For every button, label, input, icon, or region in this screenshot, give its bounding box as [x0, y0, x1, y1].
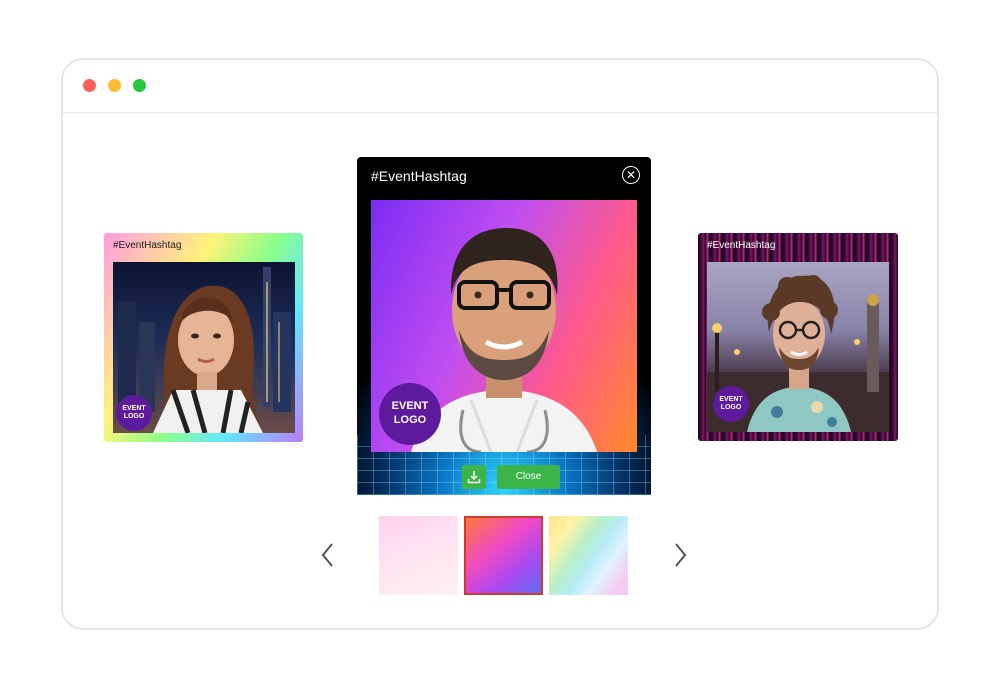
event-logo-badge: EVENT LOGO: [379, 383, 441, 445]
logo-text-line2: LOGO: [393, 414, 427, 426]
logo-text-line1: EVENT: [719, 395, 743, 403]
close-button[interactable]: Close: [497, 465, 560, 489]
next-button[interactable]: [670, 540, 690, 570]
previous-button[interactable]: [318, 540, 338, 570]
window-minimize-dot[interactable]: [108, 79, 121, 92]
window-maximize-dot[interactable]: [133, 79, 146, 92]
event-logo-badge: EVENT LOGO: [116, 395, 152, 431]
left-photo-card[interactable]: #EventHashtag EVENT LOGO: [104, 233, 303, 442]
download-icon: [467, 471, 481, 484]
photo-preview-modal: #EventHashtag ✕ EVENT LOGO Close: [357, 157, 651, 495]
background-thumbnail-selected[interactable]: [464, 516, 543, 595]
modal-hashtag-title: #EventHashtag: [371, 168, 467, 184]
right-photo-card[interactable]: #EventHashtag EVENT LOGO: [698, 233, 898, 441]
window-titlebar: [63, 60, 937, 114]
event-logo-badge: EVENT LOGO: [713, 386, 749, 422]
card-hashtag: #EventHashtag: [707, 240, 776, 251]
main-photo: EVENT LOGO: [371, 200, 637, 452]
logo-text-line2: LOGO: [720, 404, 742, 411]
window-close-dot[interactable]: [83, 79, 96, 92]
background-thumbnail-rainbow[interactable]: [549, 516, 628, 595]
card-hashtag: #EventHashtag: [113, 240, 182, 251]
card-photo: EVENT LOGO: [113, 262, 295, 433]
logo-text-line1: EVENT: [122, 404, 146, 412]
chevron-left-icon: [321, 543, 333, 567]
chevron-right-icon: [675, 543, 687, 567]
download-button[interactable]: [462, 465, 486, 489]
logo-text-line1: EVENT: [391, 400, 429, 413]
background-thumbnail-pink[interactable]: [379, 516, 458, 595]
close-circle-icon[interactable]: ✕: [622, 166, 640, 184]
logo-text-line2: LOGO: [123, 413, 145, 420]
card-photo: EVENT LOGO: [707, 262, 889, 432]
